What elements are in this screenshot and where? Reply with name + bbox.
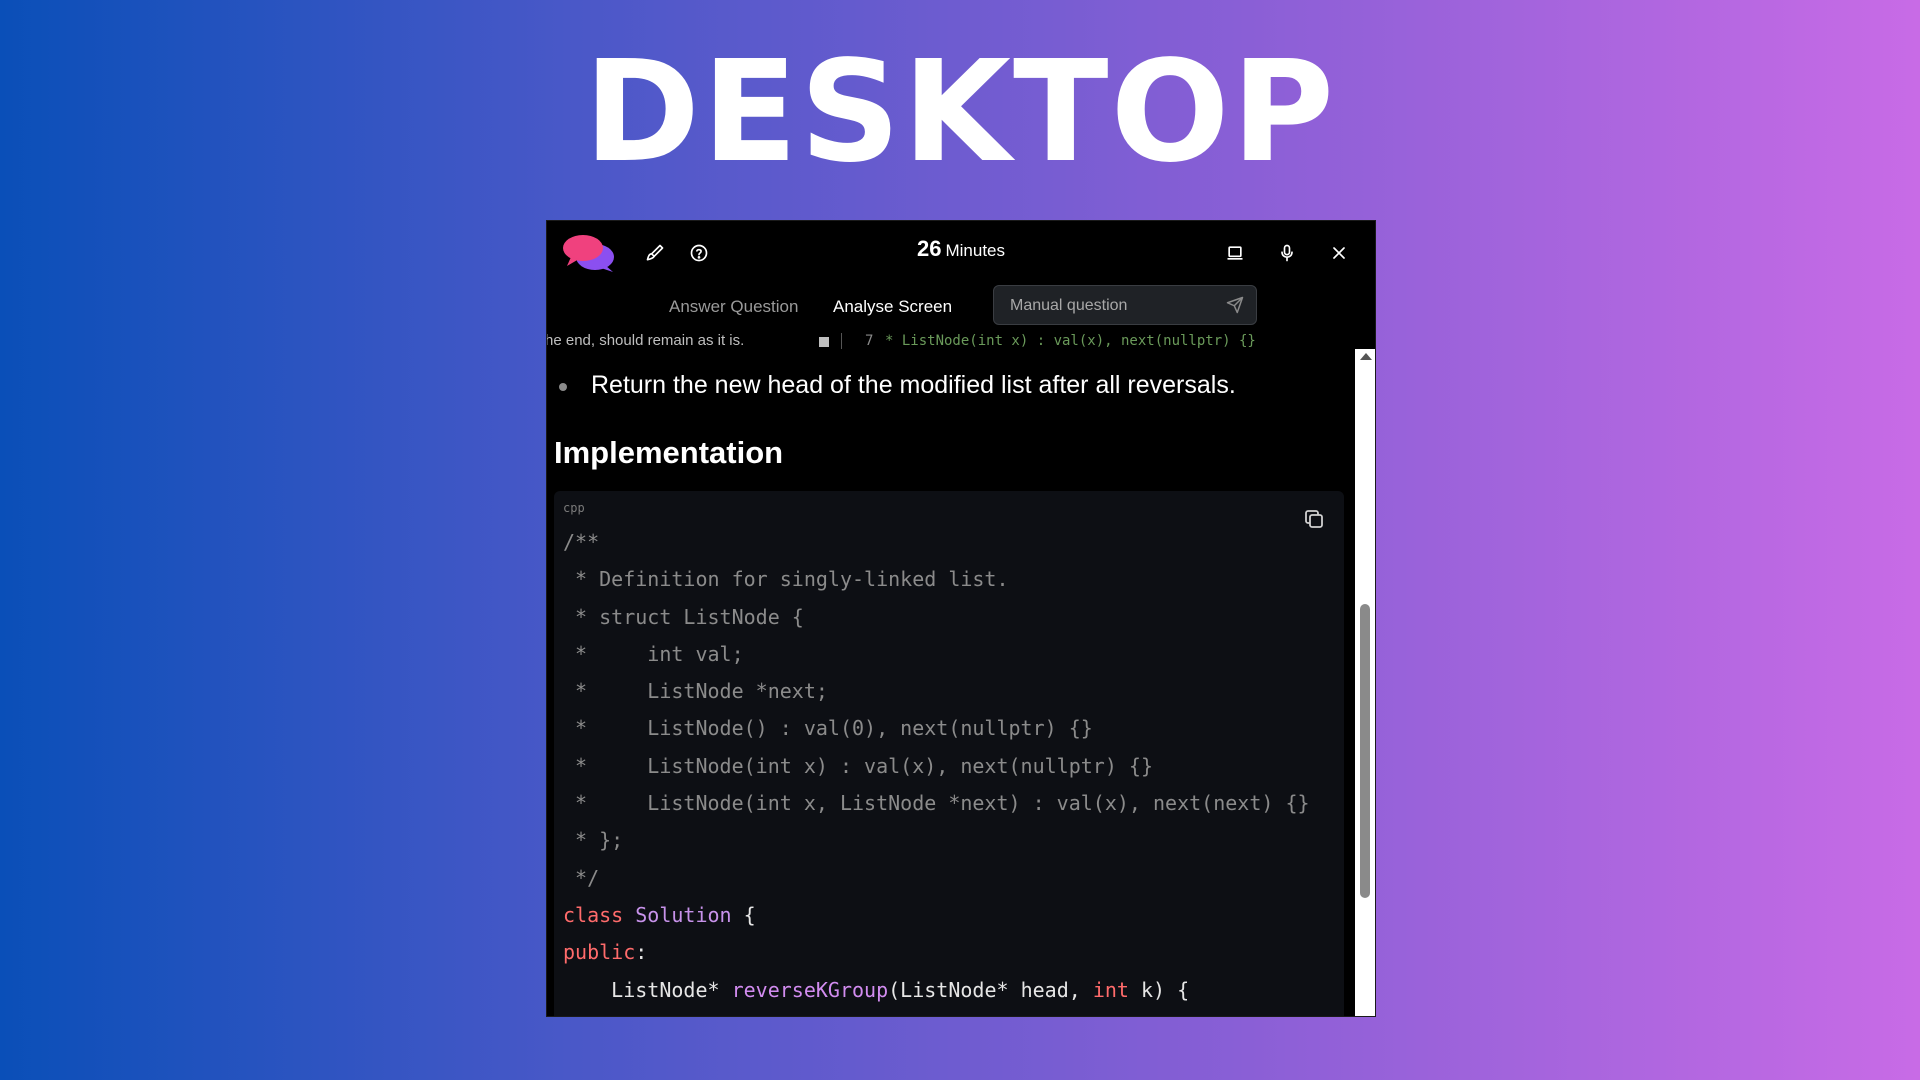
section-heading: Implementation [554, 435, 784, 470]
code-line: */ [563, 860, 1310, 897]
code-line: * ListNode() : val(0), next(nullptr) {} [563, 710, 1310, 747]
timer-value: 26 [916, 236, 942, 261]
code-line: * struct ListNode { [563, 599, 1310, 636]
send-icon[interactable] [1226, 296, 1244, 314]
code-token: * struct ListNode { [563, 604, 804, 629]
code-token: Solution [635, 902, 732, 927]
topbar: 26 Minutes [547, 221, 1375, 281]
session-timer: 26 Minutes [547, 236, 1375, 262]
code-token: k) { [1128, 977, 1190, 1002]
code-line: * ListNode(int x) : val(x), next(nullptr… [563, 748, 1310, 785]
code-lines: /** * Definition for singly-linked list.… [563, 524, 1310, 1016]
scroll-up-arrow-icon[interactable] [1360, 353, 1372, 360]
code-line: * Definition for singly-linked list. [563, 561, 1310, 598]
scroll-thumb[interactable] [1360, 604, 1370, 898]
content-scrollbar[interactable] [1355, 349, 1375, 1016]
code-token: * ListNode(int x) : val(x), next(nullptr… [563, 753, 1154, 778]
code-line: public: [563, 934, 1310, 971]
laptop-icon[interactable] [1221, 239, 1249, 267]
code-token: public [563, 940, 636, 965]
code-line: class Solution { [563, 897, 1310, 934]
code-line: /** [563, 524, 1310, 561]
background-peek-strip: he end, should remain as it is. 7 * List… [547, 333, 1375, 349]
answer-content: Return the new head of the modified list… [547, 349, 1355, 1016]
microphone-icon[interactable] [1273, 239, 1301, 267]
code-token: (ListNode* head, [888, 977, 1093, 1002]
peek-code: * ListNode(int x) : val(x), next(nullptr… [885, 333, 1256, 349]
bullet-text: Return the new head of the modified list… [591, 371, 1236, 399]
tab-analyse-screen[interactable]: Analyse Screen [833, 297, 952, 317]
code-token: /** [563, 530, 600, 554]
assistant-window: 26 Minutes Answer Question Analyse Screen [546, 220, 1376, 1017]
code-token: * ListNode() : val(0), next(nullptr) {} [563, 716, 1093, 741]
timer-unit: Minutes [945, 241, 1005, 260]
code-token: reverseKGroup [731, 977, 889, 1002]
code-line: * int val; [563, 636, 1310, 673]
code-token: { [731, 902, 756, 927]
peek-text: he end, should remain as it is. [547, 333, 745, 349]
peek-divider [841, 333, 842, 349]
code-line: ListNode* reverseKGroup(ListNode* head, … [563, 972, 1310, 1009]
code-token: int [1092, 977, 1129, 1002]
code-token: : [635, 940, 648, 965]
manual-question-input[interactable] [1008, 286, 1212, 326]
code-token: class [563, 902, 636, 927]
peek-scroll-marker [819, 337, 829, 347]
code-token: ListNode* [563, 977, 732, 1002]
bullet-dot [559, 383, 567, 391]
code-token: * Definition for singly-linked list. [563, 567, 1009, 592]
code-token: */ [563, 865, 600, 890]
code-token: * int val; [563, 641, 744, 666]
peek-line-number: 7 [865, 333, 874, 349]
code-line: if (!head || k == 1) return head; [563, 1009, 1310, 1016]
code-line: * ListNode(int x, ListNode *next) : val(… [563, 785, 1310, 822]
code-line: * ListNode *next; [563, 673, 1310, 710]
code-token: * ListNode *next; [563, 679, 828, 704]
tab-answer-question[interactable]: Answer Question [669, 297, 798, 317]
code-line: * }; [563, 822, 1310, 859]
code-block: cpp /** * Definition for singly-linked l… [554, 491, 1344, 1016]
code-token: (!head || k == 1) return head; [683, 1015, 1056, 1016]
code-token: if [659, 1015, 683, 1016]
hero-title: DESKTOP [583, 31, 1337, 194]
close-icon[interactable] [1325, 239, 1353, 267]
manual-question-box [993, 285, 1257, 326]
code-language-label: cpp [563, 501, 585, 515]
code-token: * ListNode(int x, ListNode *next) : val(… [563, 791, 1310, 816]
code-token: * }; [563, 828, 624, 853]
